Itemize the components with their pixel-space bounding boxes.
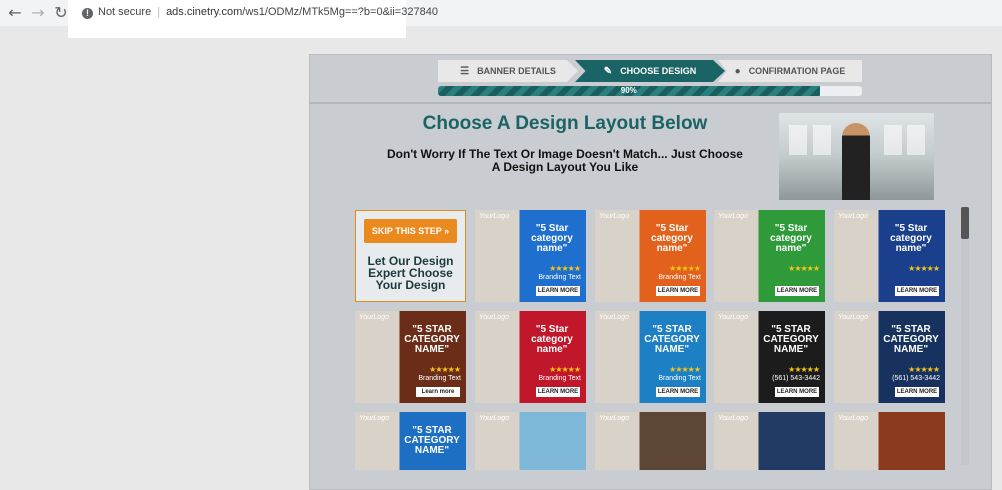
template-logo: YourLogo [838, 415, 868, 422]
star-rating-icon: ★★★★★ [669, 264, 701, 273]
design-template-tile[interactable]: YourLogo "5 STAR CATEGORY NAME" Branding T… [355, 311, 466, 403]
template-logo: YourLogo [599, 415, 629, 422]
design-template-tile[interactable]: YourLogo "5 STAR CATEGORY NAME" (561) 543-… [714, 311, 825, 403]
wizard-steps: ☰ BANNER DETAILS ✎ CHOOSE DESIGN ● CONFIRMA… [438, 60, 862, 82]
template-learn-more: LEARN MORE [775, 286, 819, 296]
template-learn-more: LEARN MORE [895, 286, 939, 296]
template-branding-text: Branding Text [658, 274, 701, 281]
template-logo: YourLogo [718, 415, 748, 422]
design-template-tile[interactable]: YourLogo "5 Star category name" LEARN MORE… [834, 210, 945, 302]
star-rating-icon: ★★★★★ [788, 264, 820, 273]
template-branding-text: (561) 543-3442 [892, 375, 940, 382]
template-logo: YourLogo [359, 415, 389, 422]
step-choose-design[interactable]: ✎ CHOOSE DESIGN [575, 60, 725, 82]
scrollbar-thumb[interactable] [961, 207, 969, 239]
template-branding-text: (561) 543-3442 [772, 375, 820, 382]
address-bar[interactable]: ! Not secure | ads.cinetry.com/ws1/ODMz/MTk… [68, 0, 438, 38]
skip-step-button[interactable]: SKIP THIS STEP » [364, 219, 457, 243]
star-rating-icon: ★★★★★ [549, 365, 581, 374]
design-template-tile[interactable]: YourLogo "5 STAR CATEGORY NAME" Branding T… [595, 311, 706, 403]
presenter-video[interactable] [779, 113, 934, 200]
design-template-tile[interactable]: YourLogo [714, 412, 825, 470]
template-category-name: "5 STAR CATEGORY NAME" [763, 324, 819, 355]
design-template-tile[interactable]: YourLogo [595, 412, 706, 470]
template-logo: YourLogo [599, 314, 629, 321]
template-logo: YourLogo [838, 314, 868, 321]
list-icon: ☰ [460, 66, 470, 77]
template-logo: YourLogo [359, 314, 389, 321]
page-title: Choose A Design Layout Below [422, 113, 708, 134]
template-branding-text: Branding Text [538, 375, 581, 382]
skip-description: Let Our Design Expert Choose Your Design [367, 254, 454, 292]
star-rating-icon: ★★★★★ [788, 365, 820, 374]
forward-arrow-icon[interactable]: → [29, 4, 47, 22]
template-category-name: "5 STAR CATEGORY NAME" [404, 324, 460, 355]
template-category-name: "5 STAR CATEGORY NAME" [883, 324, 939, 355]
url-host: ads.cinetry.com [166, 6, 243, 18]
star-rating-icon: ★★★★★ [669, 365, 701, 374]
scrollbar-track[interactable] [961, 207, 969, 465]
url-path: /ws1/ODMz/MTk5Mg==?b=0&ii=327840 [242, 6, 438, 18]
template-category-name: "5 Star category name" [531, 223, 573, 254]
star-rating-icon: ★★★★★ [908, 365, 940, 374]
template-learn-more: LEARN MORE [895, 387, 939, 397]
template-logo: YourLogo [599, 213, 629, 220]
design-template-tile[interactable]: YourLogo "5 Star category name" Branding T… [475, 311, 586, 403]
progress-bar: 90% [438, 86, 862, 96]
template-logo: YourLogo [838, 213, 868, 220]
template-category-name: "5 Star category name" [651, 223, 693, 254]
template-logo: YourLogo [479, 415, 509, 422]
template-learn-more: LEARN MORE [656, 387, 700, 397]
design-template-tile[interactable]: YourLogo "5 Star category name" LEARN MORE… [714, 210, 825, 302]
design-wizard-panel: ☰ BANNER DETAILS ✎ CHOOSE DESIGN ● CONFIRMA… [309, 54, 992, 490]
template-logo: YourLogo [479, 213, 509, 220]
design-template-grid: SKIP THIS STEP » Let Our Design Expert C… [355, 210, 945, 470]
page-subtitle: Don't Worry If The Text Or Image Doesn't… [387, 147, 743, 174]
template-logo: YourLogo [718, 314, 748, 321]
template-branding-text: Branding Text [538, 274, 581, 281]
design-template-tile[interactable]: YourLogo "5 Star category name" Branding T… [475, 210, 586, 302]
template-learn-more: LEARN MORE [775, 387, 819, 397]
design-template-tile[interactable]: YourLogo "5 STAR CATEGORY NAME" [355, 412, 466, 470]
progress-fill: 90% [438, 86, 820, 96]
presenter-figure [842, 123, 870, 200]
template-category-name: "5 STAR CATEGORY NAME" [644, 324, 700, 355]
design-template-tile[interactable]: YourLogo "5 STAR CATEGORY NAME" (561) 543-… [834, 311, 945, 403]
star-rating-icon: ★★★★★ [549, 264, 581, 273]
template-logo: YourLogo [479, 314, 509, 321]
divider [310, 102, 991, 104]
template-learn-more: LEARN MORE [536, 387, 580, 397]
skip-tile[interactable]: SKIP THIS STEP » Let Our Design Expert C… [355, 210, 466, 302]
security-label: Not secure [98, 6, 152, 18]
design-template-tile[interactable]: YourLogo [834, 412, 945, 470]
circle-icon: ● [734, 66, 741, 77]
template-branding-text: Branding Text [658, 375, 701, 382]
step-label: CHOOSE DESIGN [620, 66, 697, 76]
design-template-tile[interactable]: YourLogo "5 Star category name" Branding T… [595, 210, 706, 302]
step-label: BANNER DETAILS [477, 66, 556, 76]
info-icon[interactable]: ! [82, 8, 93, 19]
template-logo: YourLogo [718, 213, 748, 220]
template-category-name: "5 Star category name" [890, 223, 932, 254]
design-template-tile[interactable]: YourLogo [475, 412, 586, 470]
back-arrow-icon[interactable]: ← [6, 4, 24, 22]
star-rating-icon: ★★★★★ [908, 264, 940, 273]
template-category-name: "5 STAR CATEGORY NAME" [404, 425, 460, 456]
step-banner-details[interactable]: ☰ BANNER DETAILS [438, 60, 578, 82]
template-learn-more: Learn more [416, 387, 460, 397]
template-category-name: "5 Star category name" [531, 324, 573, 355]
template-learn-more: LEARN MORE [656, 286, 700, 296]
brush-icon: ✎ [603, 66, 613, 77]
template-branding-text: Branding Text [418, 375, 461, 382]
template-category-name: "5 Star category name" [770, 223, 812, 254]
step-confirmation-page[interactable]: ● CONFIRMATION PAGE [718, 60, 862, 82]
template-learn-more: LEARN MORE [536, 286, 580, 296]
star-rating-icon: ★★★★★ [429, 365, 461, 374]
step-label: CONFIRMATION PAGE [748, 66, 846, 76]
